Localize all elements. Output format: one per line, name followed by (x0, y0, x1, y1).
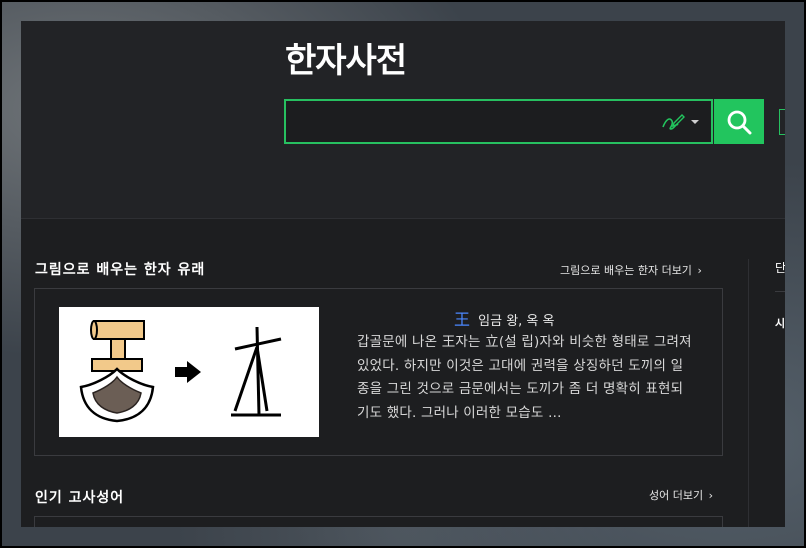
idioms-more-label: 성어 더보기 (649, 489, 704, 502)
hanja-character[interactable]: 王 (454, 310, 470, 329)
search-icon (727, 110, 752, 134)
right-panel: 단 시 (748, 259, 785, 527)
search-input[interactable] (292, 105, 656, 140)
etymology-more-link[interactable]: 그림으로 배우는 한자 더보기 › (560, 262, 702, 278)
dictionary-page: 한자사전 그림으로 배우는 한자 유래 그림으로 배우는 한자 더보기 › 王 … (21, 21, 785, 527)
handwriting-input-button[interactable] (660, 110, 706, 134)
search-button[interactable] (714, 99, 764, 144)
etymology-section-title: 그림으로 배우는 한자 유래 (35, 262, 206, 278)
side-button-edge[interactable] (779, 109, 785, 135)
idioms-card[interactable] (34, 516, 723, 527)
hanja-meaning: 임금 왕, 옥 옥 (478, 314, 555, 329)
hanja-heading: 王 임금 왕, 옥 옥 (454, 306, 614, 330)
idioms-section-title: 인기 고사성어 (35, 490, 125, 506)
right-panel-heading: 시 (775, 317, 785, 330)
chevron-right-icon: › (708, 489, 714, 502)
chevron-right-icon: › (697, 264, 702, 277)
etymology-image (59, 307, 319, 437)
handwriting-icon (662, 114, 685, 130)
page-title: 한자사전 (285, 41, 407, 81)
caret-down-icon (691, 120, 699, 124)
header: 한자사전 (21, 21, 785, 219)
idioms-more-link[interactable]: 성어 더보기 › (649, 487, 713, 503)
search-box (284, 99, 713, 144)
right-panel-tab[interactable]: 단 (775, 259, 785, 276)
right-panel-divider (775, 291, 785, 292)
etymology-description: 갑골문에 나온 王자는 立(설 립)자와 비슷한 형태로 그려져 있었다. 하지… (357, 334, 692, 421)
etymology-more-label: 그림으로 배우는 한자 더보기 (560, 264, 692, 277)
